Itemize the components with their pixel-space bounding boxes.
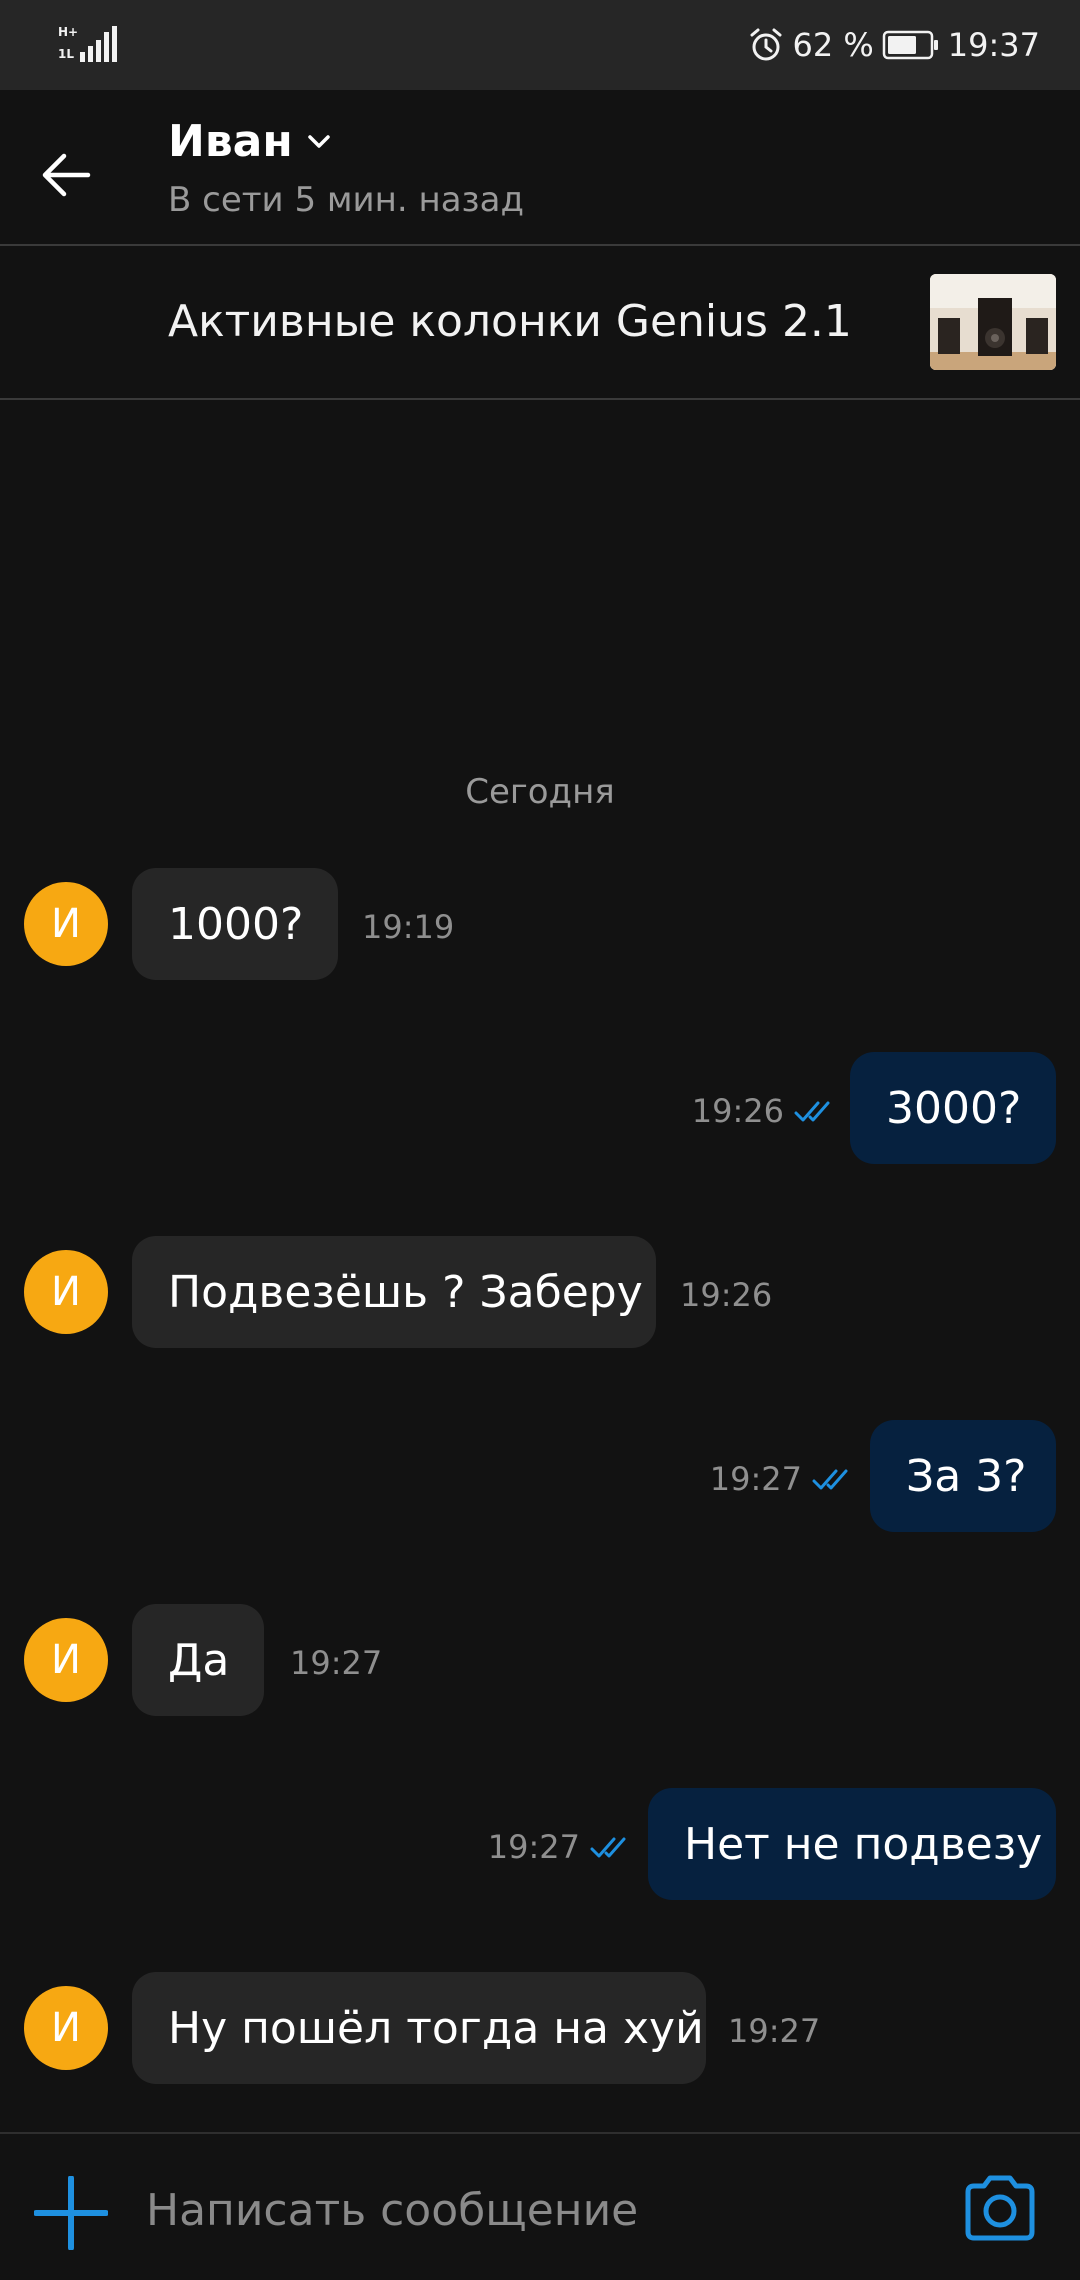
avatar[interactable]: И <box>24 1250 108 1334</box>
speakers-photo <box>930 274 1056 370</box>
message-time: 19:26 <box>680 1276 773 1314</box>
message-input[interactable] <box>144 2164 928 2256</box>
message-time: 19:27 <box>290 1644 383 1682</box>
message-time: 19:27 <box>710 1460 854 1498</box>
chevron-down-icon <box>308 134 330 148</box>
svg-text:H+: H+ <box>58 25 78 39</box>
message-outgoing: За 3? 19:27 <box>0 1420 1080 1532</box>
status-bar: H+ 1L 62 % 19:37 <box>0 0 1080 90</box>
battery-icon <box>882 30 938 60</box>
double-check-icon <box>590 1837 626 1858</box>
message-incoming: И Ну пошёл тогда на хуй 19:27 <box>0 1972 1080 2084</box>
message-time: 19:27 <box>488 1828 632 1866</box>
message-outgoing: Нет не подвезу 19:27 <box>0 1788 1080 1900</box>
contact-name: Иван <box>168 116 293 167</box>
chat-header: Иван В сети 5 мин. назад <box>0 90 1080 246</box>
signal-icon: H+ 1L <box>58 25 117 62</box>
contact-name-button[interactable]: Иван <box>168 116 331 167</box>
add-attachment-button[interactable] <box>33 2175 109 2251</box>
svg-text:1L: 1L <box>58 47 74 61</box>
status-right: 62 % 19:37 <box>748 22 1040 68</box>
message-composer <box>0 2132 1080 2280</box>
clock: 19:37 <box>947 26 1040 64</box>
message-time: 19:27 <box>728 2012 821 2050</box>
double-check-icon <box>794 1101 830 1122</box>
back-button[interactable] <box>40 140 128 210</box>
avatar[interactable]: И <box>24 882 108 966</box>
message-bubble[interactable]: Подвезёшь ? Заберу <box>132 1236 656 1348</box>
date-separator: Сегодня <box>465 772 615 812</box>
message-bubble[interactable]: 3000? <box>850 1052 1056 1164</box>
message-outgoing: 3000? 19:26 <box>0 1052 1080 1164</box>
plus-icon <box>33 2175 109 2251</box>
message-bubble[interactable]: Ну пошёл тогда на хуй <box>132 1972 706 2084</box>
battery-percent: 62 % <box>792 26 874 64</box>
message-bubble[interactable]: Нет не подвезу <box>648 1788 1056 1900</box>
avatar[interactable]: И <box>24 1618 108 1702</box>
back-arrow-icon <box>42 153 91 197</box>
contact-status: В сети 5 мин. назад <box>168 180 524 220</box>
message-time: 19:19 <box>362 908 455 946</box>
message-bubble[interactable]: Да <box>132 1604 264 1716</box>
camera-icon <box>965 2175 1035 2241</box>
message-bubble[interactable]: 1000? <box>132 868 338 980</box>
double-check-icon <box>812 1469 848 1490</box>
message-time: 19:26 <box>692 1092 836 1130</box>
alarm-icon <box>750 28 782 61</box>
message-incoming: И Подвезёшь ? Заберу 19:26 <box>0 1236 1080 1348</box>
listing-title[interactable]: Активные колонки Genius 2.1 <box>168 296 852 347</box>
message-incoming: И Да 19:27 <box>0 1604 1080 1716</box>
listing-thumbnail[interactable] <box>930 274 1056 370</box>
chat-screen: H+ 1L 62 % 19:37 Иван В сети 5 мин. наза… <box>0 0 1080 2280</box>
message-incoming: И 1000? 19:19 <box>0 868 1080 980</box>
camera-button[interactable] <box>962 2174 1038 2244</box>
avatar[interactable]: И <box>24 1986 108 2070</box>
message-bubble[interactable]: За 3? <box>870 1420 1056 1532</box>
listing-bar[interactable]: Активные колонки Genius 2.1 <box>0 246 1080 400</box>
